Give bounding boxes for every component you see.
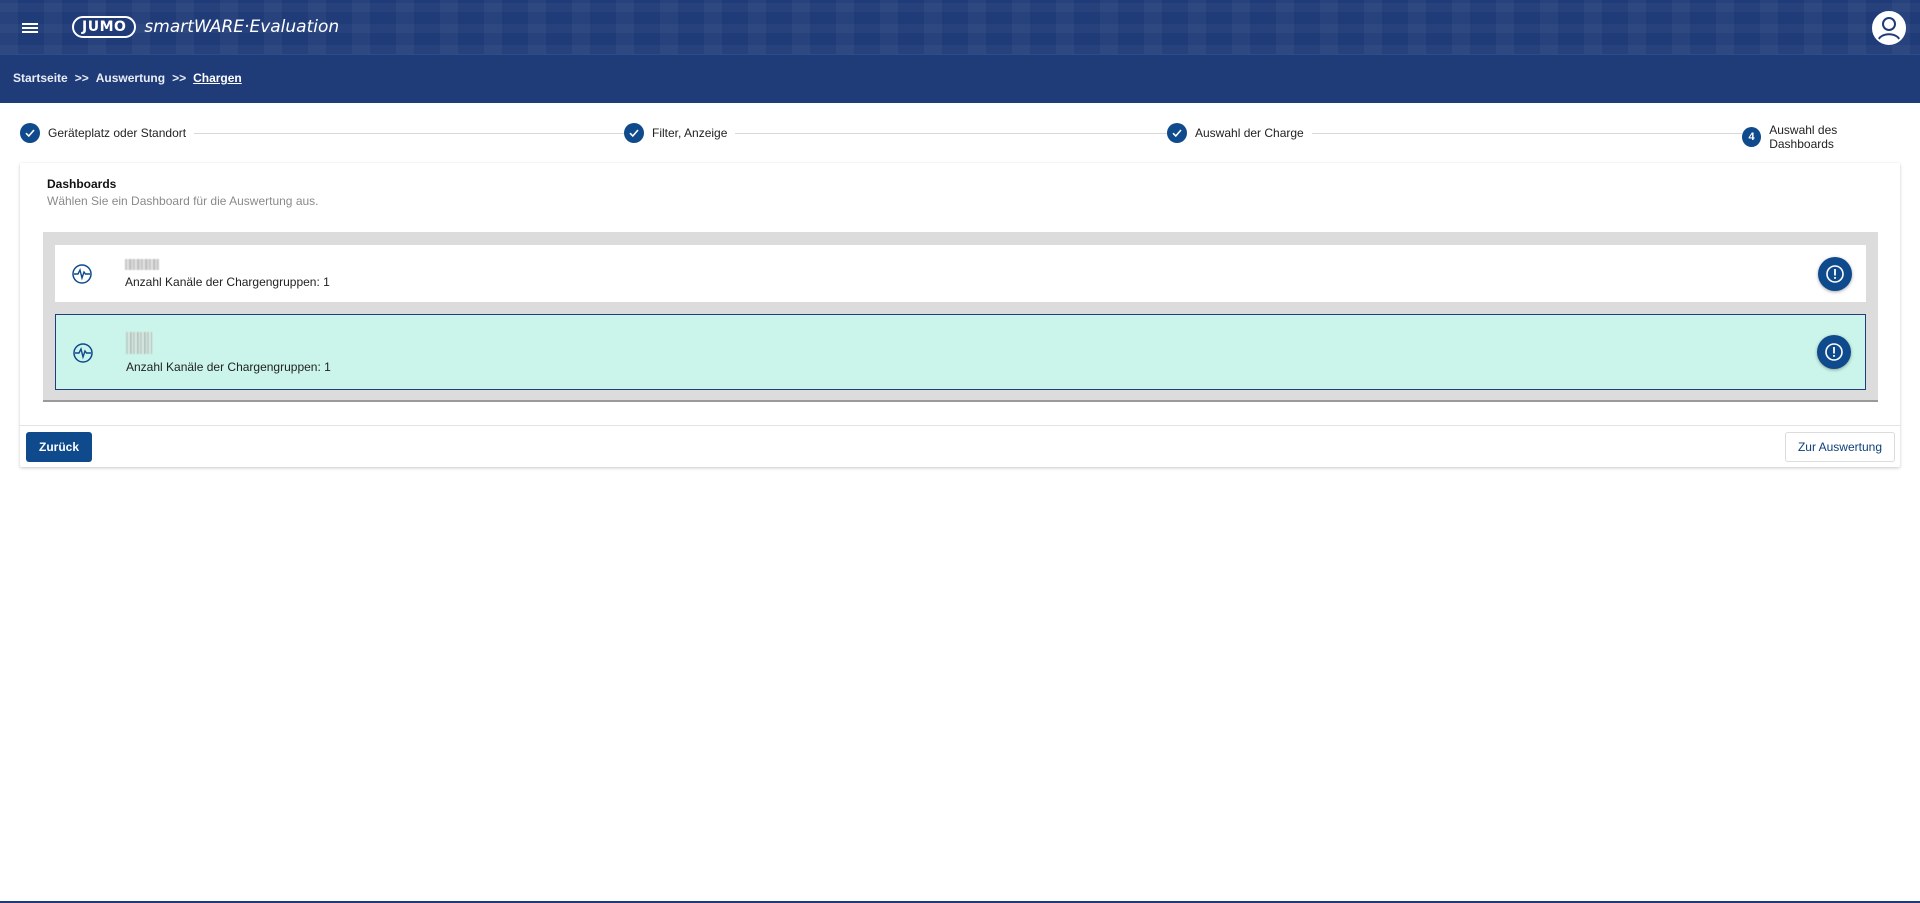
- pulse-chart-icon: [70, 262, 94, 286]
- dashboard-selection-card: Dashboards Wählen Sie ein Dashboard für …: [20, 163, 1900, 467]
- step-label: Filter, Anzeige: [652, 126, 728, 140]
- to-evaluation-button[interactable]: Zur Auswertung: [1784, 432, 1895, 462]
- card-title: Dashboards: [47, 177, 117, 191]
- dashboard-list-item-selected[interactable]: ███ Anzahl Kanäle der Chargengruppen: 1: [55, 314, 1866, 390]
- dashboard-name: ████: [125, 259, 160, 270]
- card-subtitle: Wählen Sie ein Dashboard für die Auswert…: [47, 194, 319, 208]
- step-number: 4: [1742, 127, 1762, 147]
- info-alert-icon[interactable]: [1818, 257, 1852, 291]
- breadcrumb-separator: >>: [74, 71, 89, 85]
- breadcrumb-bar: Startseite >> Auswertung >> Chargen: [0, 55, 1920, 103]
- dashboard-name: ███: [126, 332, 152, 354]
- stepper-connector: [185, 133, 630, 134]
- step-label: Auswahl der Charge: [1195, 126, 1304, 140]
- wizard-stepper: Geräteplatz oder Standort Filter, Anzeig…: [20, 123, 1900, 151]
- check-icon: [1167, 123, 1187, 143]
- step-charge[interactable]: Auswahl der Charge: [1167, 123, 1312, 143]
- info-alert-icon[interactable]: [1817, 335, 1851, 369]
- step-dashboard[interactable]: 4 Auswahl des Dashboards: [1742, 123, 1900, 151]
- step-filter[interactable]: Filter, Anzeige: [624, 123, 736, 143]
- logo-badge: JUMO: [72, 16, 137, 38]
- dashboard-list-item[interactable]: ████ Anzahl Kanäle der Chargengruppen: 1: [55, 245, 1866, 302]
- step-geraeteplatz[interactable]: Geräteplatz oder Standort: [20, 123, 195, 143]
- hamburger-menu-icon[interactable]: [18, 16, 42, 40]
- app-header: JUMO smartWARE·Evaluation: [0, 0, 1920, 55]
- breadcrumb: Startseite >> Auswertung >> Chargen: [13, 71, 242, 85]
- stepper-connector: [732, 133, 1182, 134]
- breadcrumb-separator: >>: [172, 71, 187, 85]
- step-label: Geräteplatz oder Standort: [48, 126, 187, 140]
- app-logo[interactable]: JUMO smartWARE·Evaluation: [72, 15, 339, 39]
- check-icon: [624, 123, 644, 143]
- breadcrumb-startseite[interactable]: Startseite: [13, 71, 68, 85]
- check-icon: [20, 123, 40, 143]
- logo-text: smartWARE·Evaluation: [144, 17, 340, 37]
- dashboard-list: ████ Anzahl Kanäle der Chargengruppen: 1…: [43, 232, 1878, 402]
- dashboard-detail: Anzahl Kanäle der Chargengruppen: 1: [126, 360, 331, 374]
- pulse-chart-icon: [71, 341, 95, 365]
- breadcrumb-chargen[interactable]: Chargen: [193, 71, 242, 85]
- back-button[interactable]: Zurück: [26, 432, 93, 462]
- breadcrumb-auswertung[interactable]: Auswertung: [96, 71, 165, 85]
- step-label: Auswahl des Dashboards: [1769, 123, 1838, 151]
- card-divider: [20, 425, 1900, 426]
- user-avatar-icon[interactable]: [1872, 11, 1906, 45]
- dashboard-detail: Anzahl Kanäle der Chargengruppen: 1: [125, 275, 330, 289]
- stepper-connector: [1304, 133, 1759, 134]
